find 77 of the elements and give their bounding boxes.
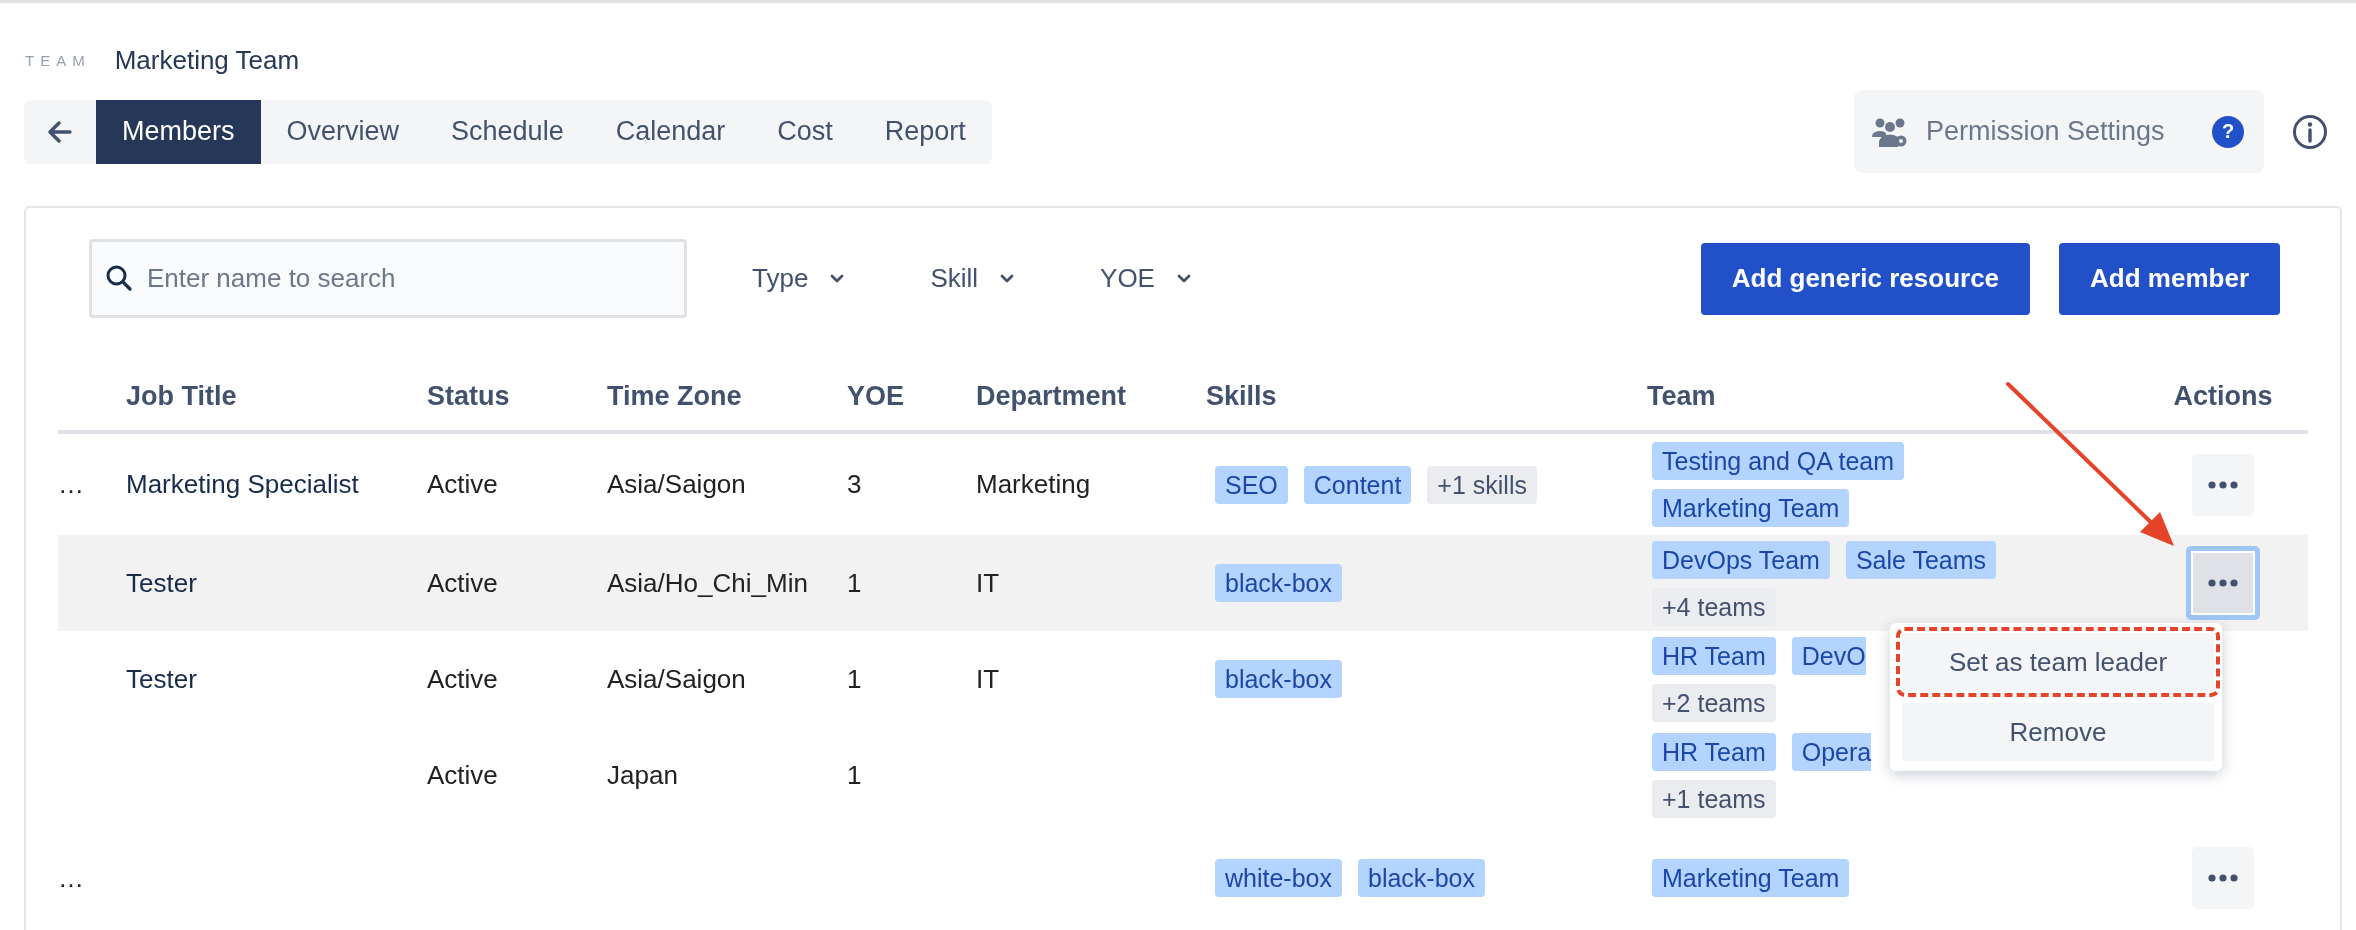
skill-tag[interactable]: black-box bbox=[1215, 564, 1342, 602]
nav-tab[interactable]: Members bbox=[96, 99, 261, 164]
table-cell: Asia/Saigon bbox=[607, 663, 746, 694]
table-cell: 1 bbox=[847, 663, 862, 694]
table-cell: Active bbox=[427, 469, 498, 499]
button-label: Permission Settings bbox=[1926, 116, 2165, 147]
people-gear-icon bbox=[1872, 116, 1908, 147]
filter-dropdown[interactable]: YOE bbox=[1100, 263, 1191, 294]
team-tag[interactable]: DevO bbox=[1791, 636, 1866, 675]
more-tag[interactable]: +4 teams bbox=[1652, 587, 1776, 626]
table-cell: … bbox=[58, 469, 84, 499]
info-icon[interactable] bbox=[2292, 113, 2328, 150]
table-cell: Marketing Specialist bbox=[126, 469, 359, 499]
skill-tag[interactable]: Content bbox=[1303, 465, 1412, 504]
search-icon bbox=[105, 264, 133, 292]
team-tag[interactable]: HR Team bbox=[1652, 636, 1776, 675]
column-header: Team bbox=[1647, 381, 1716, 411]
team-name: Marketing Team bbox=[114, 44, 300, 76]
more-button[interactable] bbox=[2192, 847, 2254, 909]
team-tag[interactable]: Testing and QA team bbox=[1652, 442, 1905, 480]
table-cell: Tester bbox=[126, 567, 197, 598]
column-header: Status bbox=[427, 381, 510, 411]
team-tag[interactable]: Marketing Team bbox=[1652, 859, 1850, 897]
table-cell: IT bbox=[976, 567, 1000, 598]
column-header: Time Zone bbox=[607, 381, 742, 411]
skill-tag[interactable]: black-box bbox=[1358, 859, 1485, 897]
skill-tag[interactable]: white-box bbox=[1215, 859, 1342, 897]
column-header: YOE bbox=[847, 381, 905, 411]
more-button[interactable] bbox=[2192, 453, 2254, 516]
table-cell: Active bbox=[427, 567, 498, 598]
filter-dropdown[interactable]: Skill bbox=[930, 263, 1015, 294]
table-cell: … bbox=[58, 862, 84, 893]
arrow-left-icon bbox=[48, 120, 72, 143]
add-button[interactable]: Add generic resource bbox=[1700, 242, 2031, 315]
more-tag[interactable]: +2 teams bbox=[1652, 683, 1776, 722]
add-button[interactable]: Add member bbox=[2059, 242, 2280, 315]
more-icon bbox=[2208, 579, 2238, 587]
more-tag[interactable]: +1 skills bbox=[1427, 465, 1537, 504]
menu-item[interactable]: Remove bbox=[1902, 703, 2214, 761]
table-cell: Active bbox=[427, 663, 498, 694]
filter-dropdown[interactable]: Type bbox=[752, 263, 845, 294]
permission-settings-button[interactable]: Permission Settings ? bbox=[1854, 90, 2264, 173]
search-field[interactable]: Enter name to search bbox=[89, 239, 687, 318]
table-cell: 1 bbox=[847, 567, 862, 598]
table-cell: 3 bbox=[847, 469, 862, 499]
column-header: Skills bbox=[1206, 381, 1277, 411]
table-cell: 1 bbox=[847, 759, 862, 790]
nav-tab[interactable]: Calendar bbox=[589, 99, 752, 164]
table-cell: Asia/Saigon bbox=[607, 469, 746, 499]
column-header: Department bbox=[976, 381, 1127, 411]
table-cell: Marketing bbox=[976, 469, 1091, 499]
nav-tab[interactable]: Overview bbox=[260, 99, 426, 164]
team-tag[interactable]: DevOps Team bbox=[1652, 540, 1830, 579]
table-cell: Japan bbox=[607, 759, 678, 790]
column-header: Actions bbox=[2173, 381, 2273, 412]
team-tag[interactable]: HR Team bbox=[1652, 732, 1776, 771]
team-tag[interactable]: Marketing Team bbox=[1652, 489, 1850, 527]
table-cell: Active bbox=[427, 759, 498, 790]
chevron-down-icon bbox=[830, 274, 845, 283]
more-icon bbox=[2208, 874, 2238, 882]
column-header: Job Title bbox=[126, 381, 237, 411]
team-tag[interactable]: Sale Teams bbox=[1845, 540, 1997, 579]
chevron-down-icon bbox=[1000, 274, 1015, 283]
team-label: TEAM bbox=[25, 51, 91, 69]
skill-tag[interactable]: black-box bbox=[1215, 660, 1342, 698]
help-icon[interactable]: ? bbox=[2212, 115, 2244, 148]
more-tag[interactable]: +1 teams bbox=[1652, 779, 1776, 818]
table-cell: Tester bbox=[126, 663, 197, 694]
table-cell: IT bbox=[976, 663, 1000, 694]
nav-tab[interactable]: Schedule bbox=[425, 99, 590, 164]
nav-tab[interactable]: Report bbox=[858, 99, 992, 164]
more-icon bbox=[2208, 480, 2238, 489]
chevron-down-icon bbox=[1176, 274, 1191, 283]
team-tag[interactable]: Opera bbox=[1791, 732, 1872, 771]
skill-tag[interactable]: SEO bbox=[1215, 465, 1288, 504]
nav-tab[interactable]: Cost bbox=[751, 99, 859, 164]
table-cell: Asia/Ho_Chi_Min bbox=[607, 567, 808, 598]
